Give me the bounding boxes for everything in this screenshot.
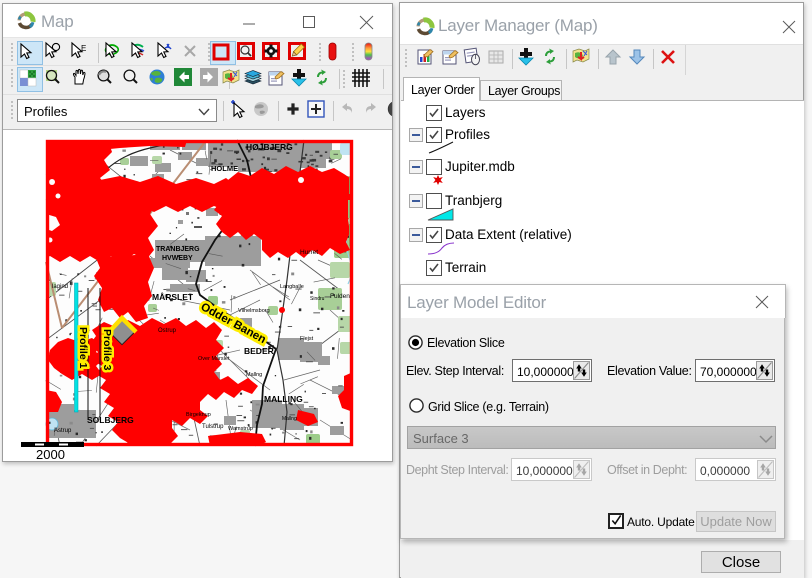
svg-text:Mallng: Mallng [246, 372, 262, 378]
svg-text:Profile 1: Profile 1 [77, 327, 89, 369]
svg-text:Flejst: Flejst [300, 336, 314, 342]
svg-text:Vilhelmsborg: Vilhelmsborg [238, 308, 270, 314]
svg-text:Profile 3: Profile 3 [101, 329, 113, 371]
svg-text:Over Mårslet: Over Mårslet [198, 355, 230, 362]
svg-text:BEDER: BEDER [244, 346, 274, 356]
svg-text:Fulden: Fulden [330, 293, 350, 300]
svg-text:Wamstrup: Wamstrup [228, 426, 253, 432]
svg-text:Ostrup: Ostrup [158, 328, 177, 334]
svg-text:Langballe: Langballe [280, 284, 304, 290]
svg-text:Tulstrup: Tulstrup [202, 424, 224, 430]
svg-text:HOLME: HOLME [211, 164, 238, 173]
svg-text:lagind: lagind [52, 284, 68, 290]
svg-text:Birgeknup: Birgeknup [186, 412, 211, 418]
svg-text:Sindru: Sindru [310, 296, 325, 302]
svg-text:Astrup: Astrup [54, 428, 72, 434]
svg-text:TRANBJERG: TRANBJERG [156, 246, 200, 253]
svg-text:HVWEBY: HVWEBY [162, 255, 193, 262]
svg-text:MÅRSLET: MÅRSLET [152, 292, 194, 302]
svg-text:HØJBJERG: HØJBJERG [246, 142, 293, 152]
svg-text:SOLBJERG: SOLBJERG [87, 415, 134, 425]
svg-text:Mallng: Mallng [282, 416, 297, 422]
svg-text:MALLING: MALLING [264, 394, 303, 404]
svg-text:Hurret: Hurret [300, 249, 318, 256]
svg-text:E: E [81, 44, 86, 53]
